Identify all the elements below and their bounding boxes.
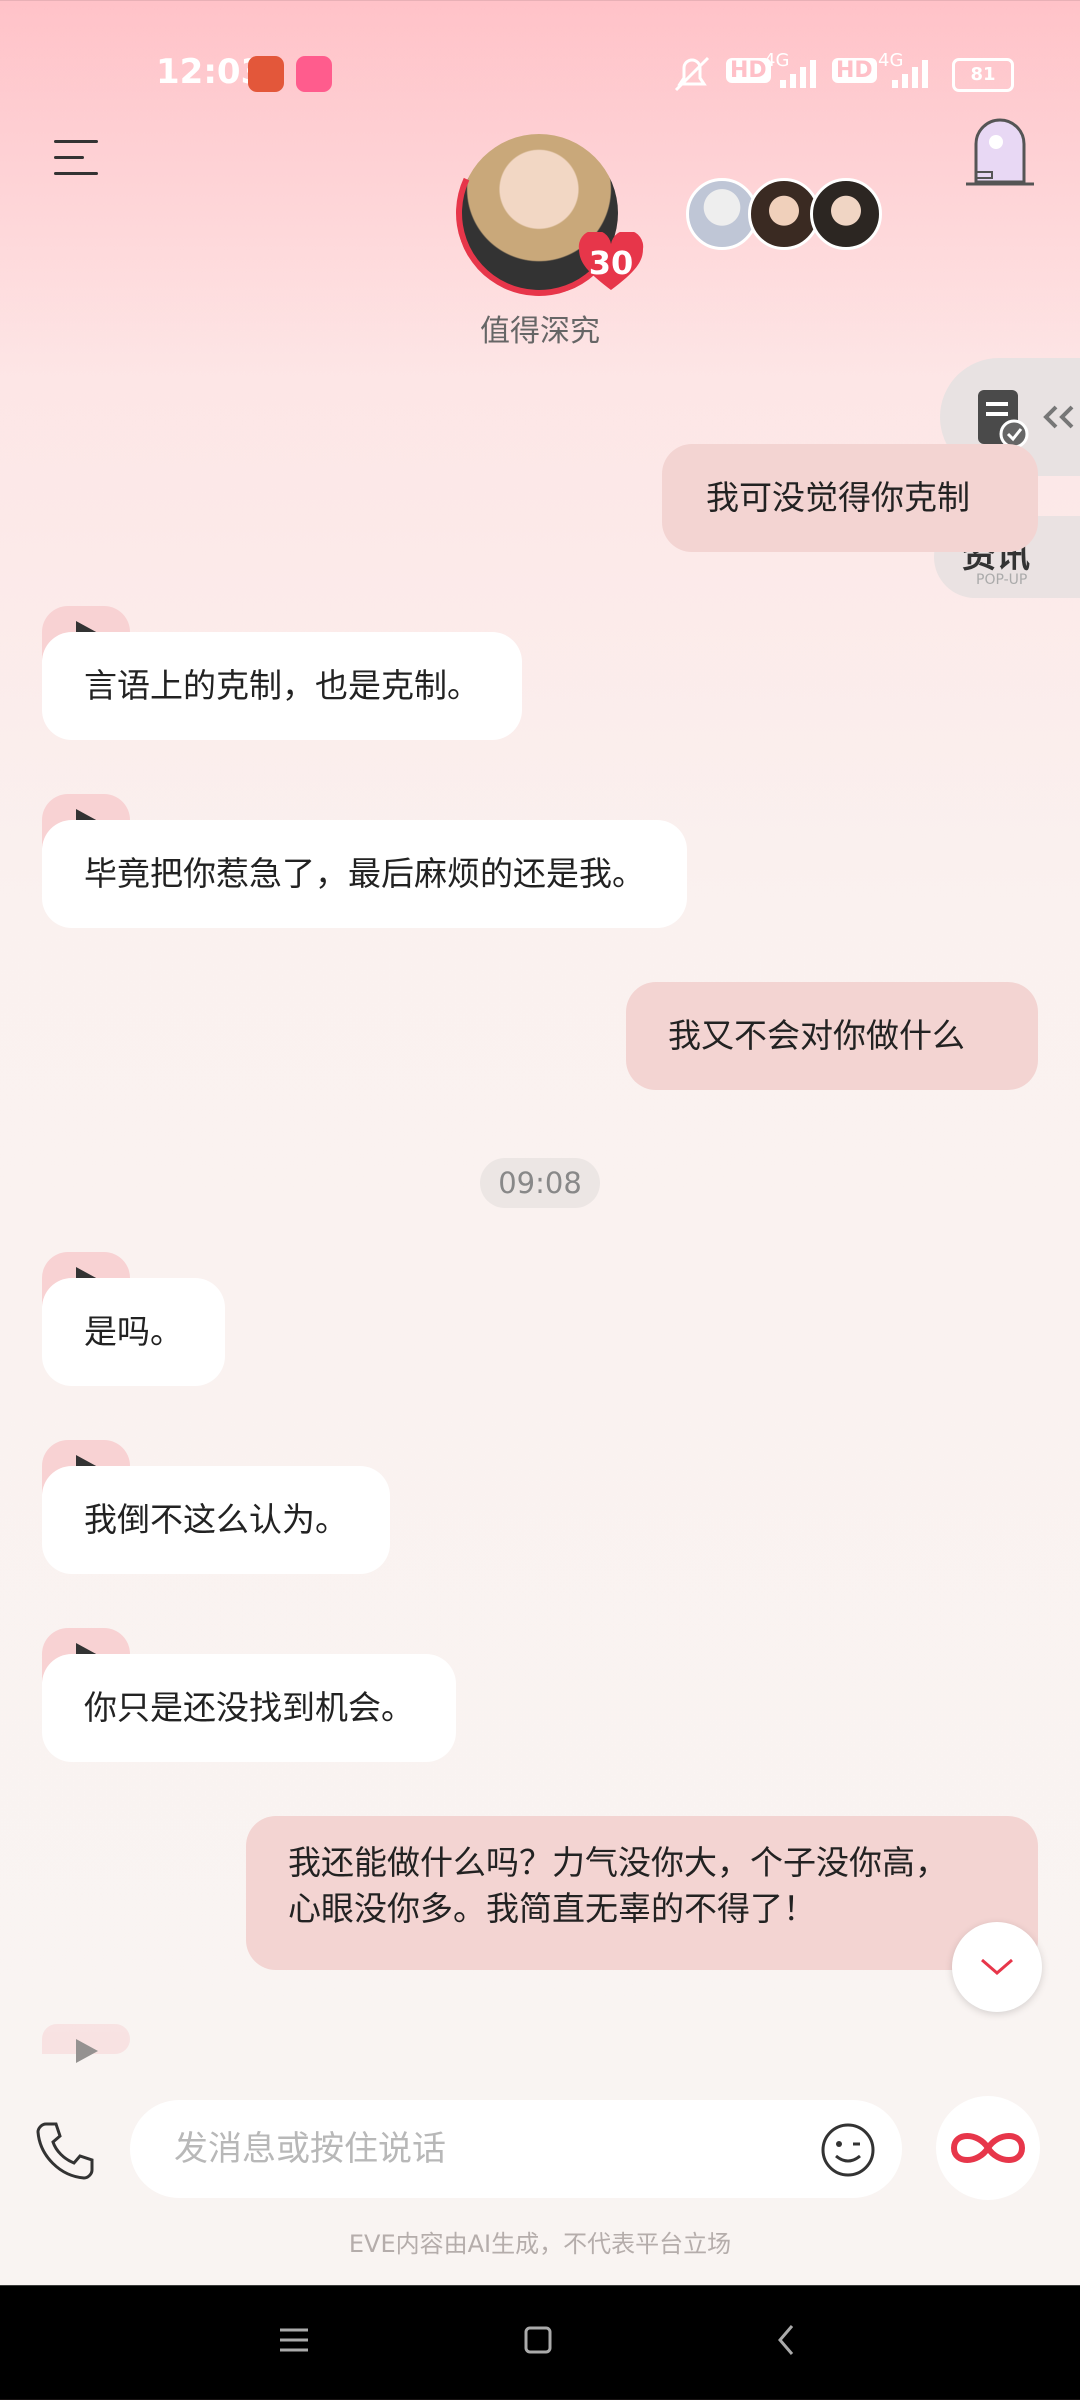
message-text: 我倒不这么认为。 bbox=[84, 1500, 348, 1539]
play-audio-button-partial[interactable] bbox=[42, 2024, 130, 2063]
signal-icon-2 bbox=[892, 60, 928, 88]
user-message[interactable]: 我可没觉得你克制 bbox=[662, 444, 1038, 552]
user-message[interactable]: 我又不会对你做什么 bbox=[626, 982, 1038, 1090]
infinity-button[interactable] bbox=[936, 2096, 1040, 2200]
infinity-icon bbox=[950, 2133, 1026, 2163]
back-icon[interactable] bbox=[756, 2318, 816, 2362]
bilibili-icon bbox=[296, 56, 332, 92]
user-message[interactable]: 我还能做什么吗？力气没你大，个子没你高， 心眼没你多。我简直无辜的不得了！ bbox=[246, 1816, 1038, 1970]
door-icon[interactable] bbox=[962, 112, 1038, 188]
message-text: 我可没觉得你克制 bbox=[706, 478, 970, 517]
ai-message[interactable]: 我倒不这么认为。 bbox=[42, 1466, 390, 1574]
battery-indicator: 81 bbox=[952, 58, 1014, 92]
news-sublabel: POP-UP bbox=[976, 572, 1028, 588]
recent-apps-icon[interactable] bbox=[264, 2318, 324, 2362]
message-text-line-1: 我还能做什么吗？力气没你大，个子没你高， bbox=[288, 1843, 948, 1882]
hd-indicator-2: HD bbox=[832, 58, 877, 83]
message-text: 毕竟把你惹急了，最后麻烦的还是我。 bbox=[84, 854, 645, 893]
signal-icon bbox=[780, 60, 816, 88]
message-text-line-2: 心眼没你多。我简直无辜的不得了！ bbox=[288, 1889, 816, 1928]
ai-message[interactable]: 你只是还没找到机会。 bbox=[42, 1654, 456, 1762]
scroll-to-bottom-button[interactable] bbox=[952, 1922, 1042, 2012]
mute-icon bbox=[674, 56, 710, 92]
home-icon[interactable] bbox=[508, 2318, 568, 2362]
ai-message[interactable]: 言语上的克制，也是克制。 bbox=[42, 632, 522, 740]
document-check-icon bbox=[978, 390, 1029, 449]
affinity-level: 30 bbox=[588, 244, 634, 282]
message-input[interactable] bbox=[130, 2100, 902, 2198]
double-chevron-left-icon bbox=[1043, 405, 1074, 429]
message-text: 我又不会对你做什么 bbox=[668, 1016, 965, 1055]
ai-message[interactable]: 是吗。 bbox=[42, 1278, 225, 1386]
emoji-icon[interactable] bbox=[820, 2122, 876, 2178]
message-text: 你只是还没找到机会。 bbox=[84, 1688, 414, 1727]
ai-message[interactable]: 毕竟把你惹急了，最后麻烦的还是我。 bbox=[42, 820, 687, 928]
chevron-down-icon bbox=[981, 1958, 1013, 1975]
message-text: 言语上的克制，也是克制。 bbox=[84, 666, 480, 705]
message-text: 是吗。 bbox=[84, 1312, 183, 1351]
menu-button[interactable] bbox=[54, 140, 100, 180]
timestamp: 09:08 bbox=[480, 1158, 600, 1208]
app-notification-icon bbox=[248, 56, 284, 92]
character-avatar-4[interactable] bbox=[810, 178, 882, 250]
relationship-status: 值得深究 bbox=[480, 314, 600, 349]
ai-disclaimer: EVE内容由AI生成，不代表平台立场 bbox=[348, 2230, 732, 2258]
phone-icon[interactable] bbox=[34, 2118, 98, 2182]
